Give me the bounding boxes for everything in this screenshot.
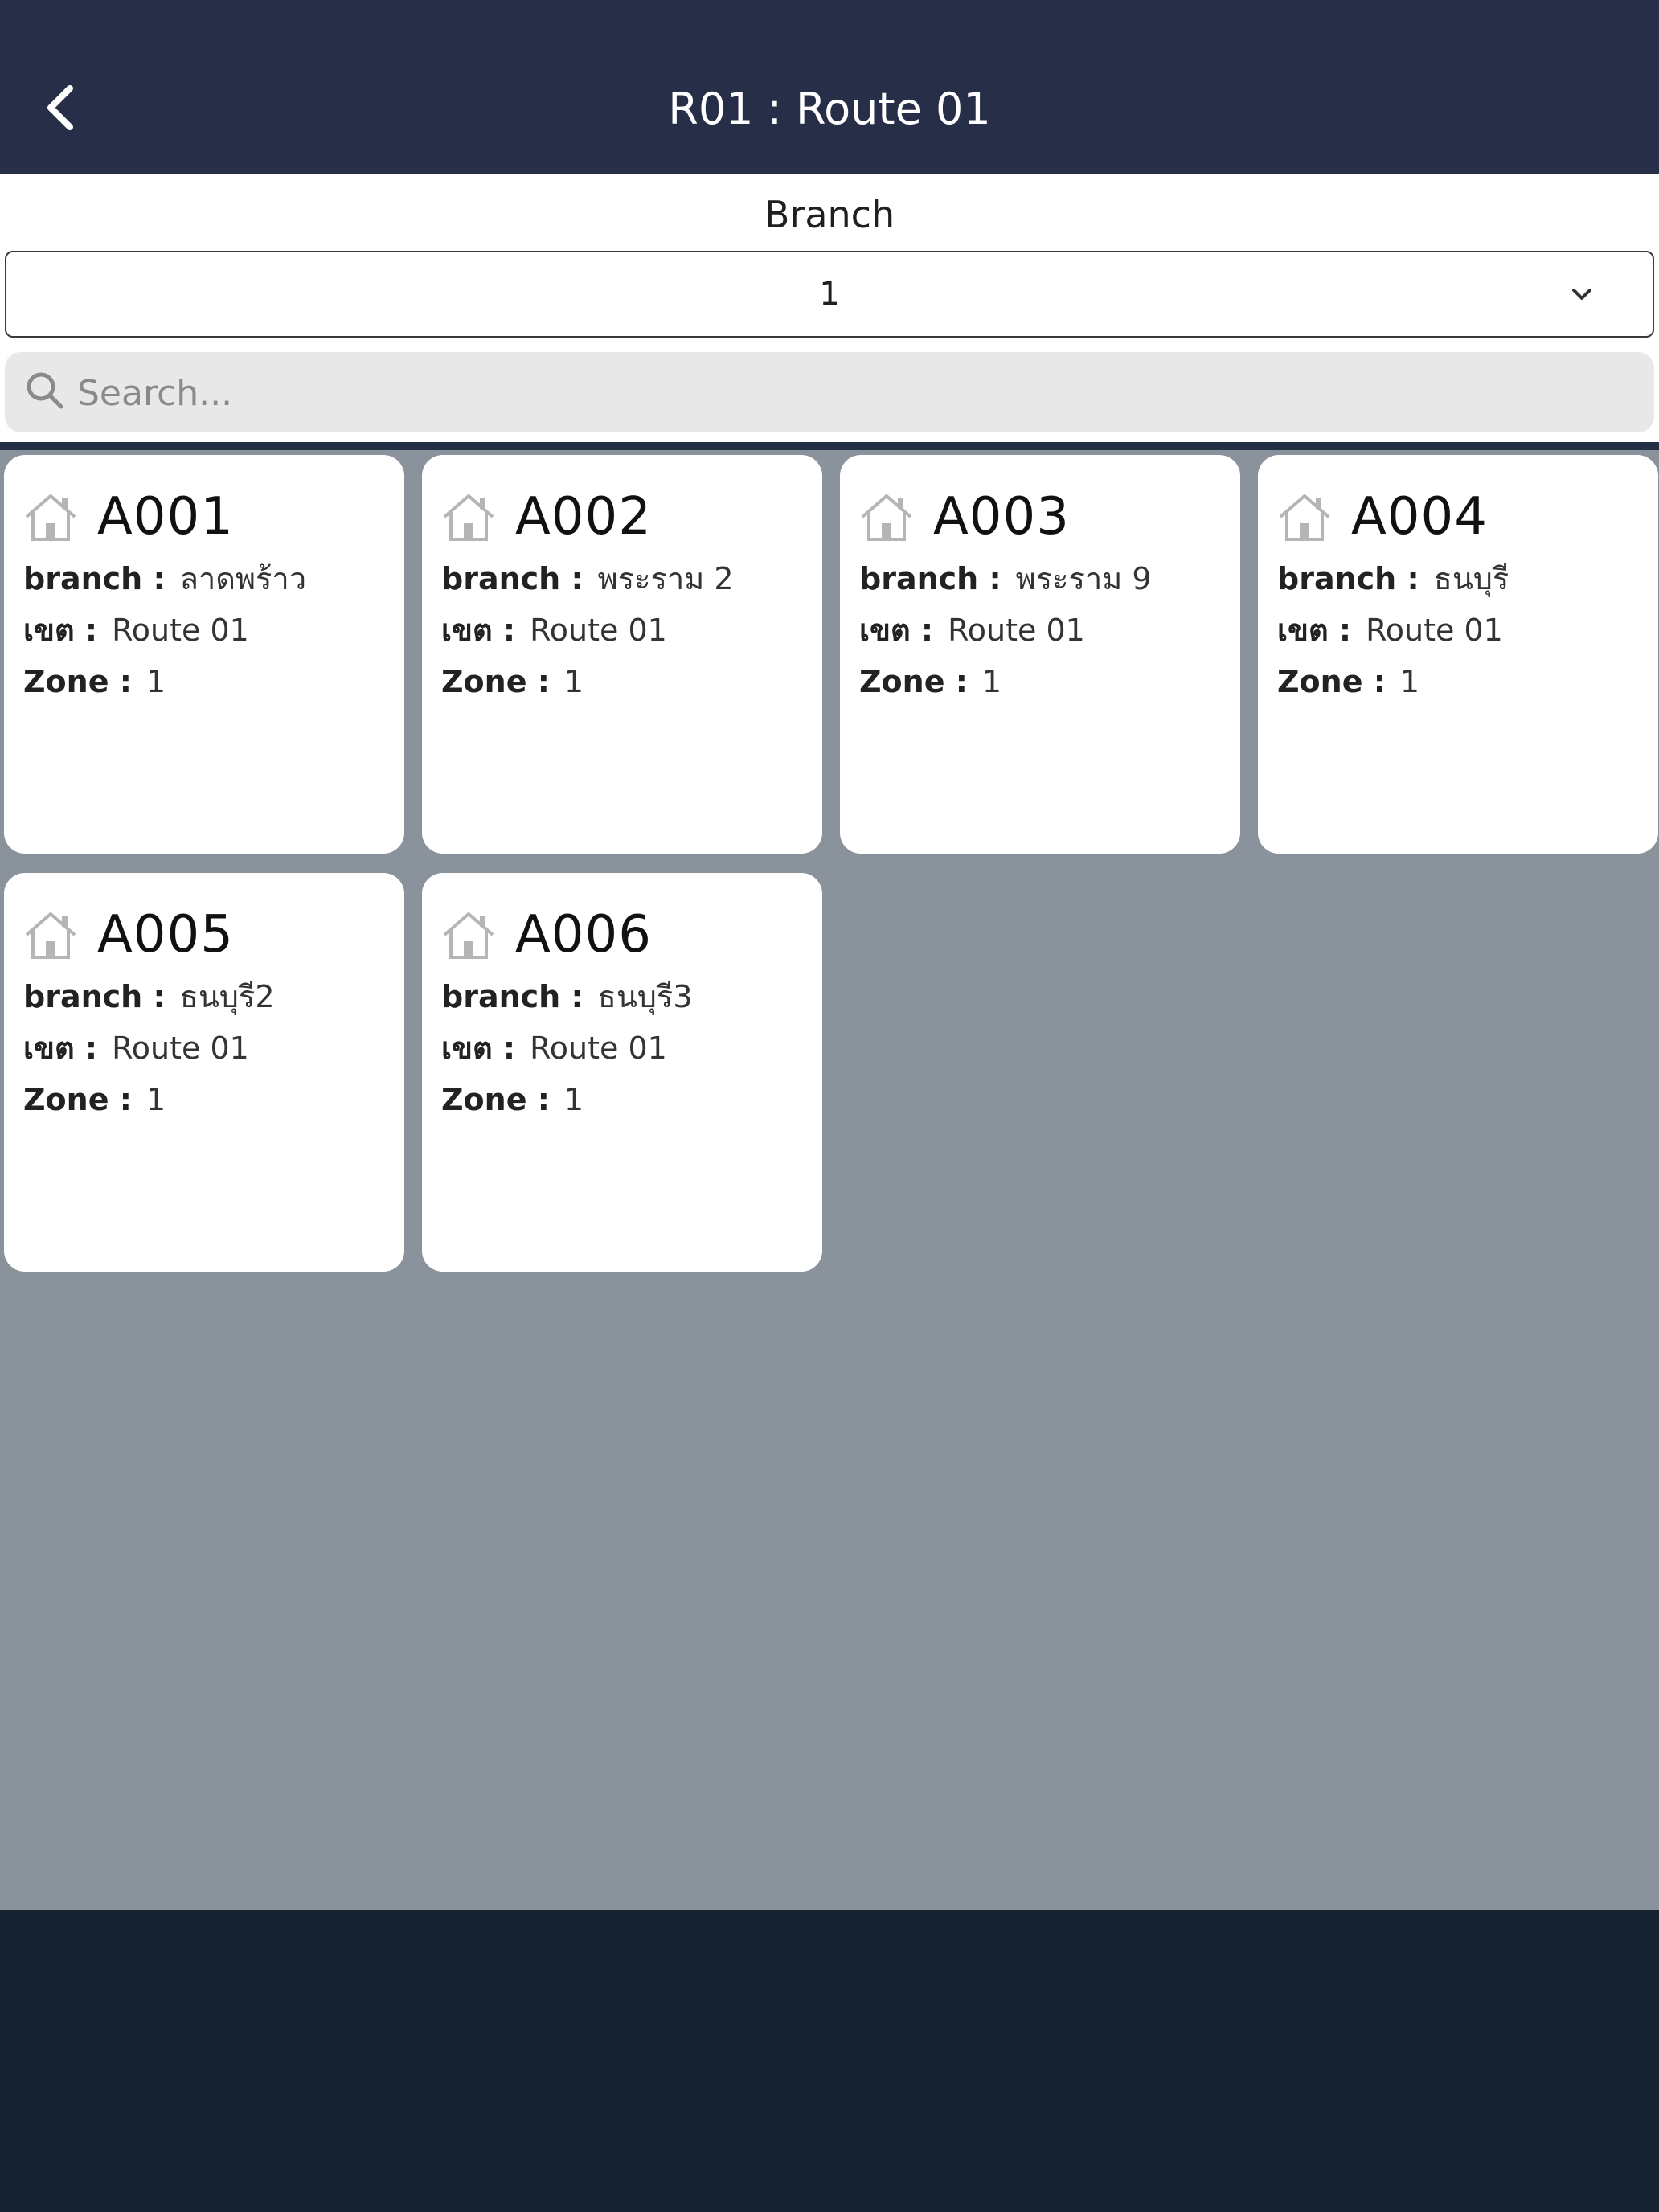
zone-value: 1 [563,664,584,699]
branch-key: branch : [441,561,584,596]
card-zone-row: Zone : 1 [23,1077,385,1122]
card-title-row: A004 [1277,484,1639,550]
search-input[interactable] [76,360,1606,426]
branch-key: branch : [441,979,584,1014]
house-icon [25,912,76,959]
zone-key: Zone : [859,664,968,699]
search-bar[interactable] [5,352,1654,432]
card-title-row: A003 [859,484,1221,550]
location-card-a003[interactable]: A003 branch : พระราม 9 เขต : Route 01 Zone : 1 [840,455,1240,854]
branch-value: ธนบุรี [1433,561,1509,596]
branch-value: ลาดพร้าว [179,561,307,596]
card-code: A006 [515,905,652,965]
zone-key: Zone : [1277,664,1386,699]
card-branch-row: branch : ธนบุรี [1277,556,1639,601]
branch-value: พระราม 2 [597,561,734,596]
filter-panel: Branch 1 [0,174,1659,442]
branch-select-value: 1 [819,276,840,313]
location-card-a004[interactable]: A004 branch : ธนบุรีเขต : Route 01 Zone : 1 [1258,455,1658,854]
card-branch-row: branch : พระราม 2 [441,556,803,601]
branch-key: branch : [859,561,1002,596]
card-area-row: เขต : Route 01 [859,608,1221,653]
card-title-row: A006 [441,902,803,968]
house-icon [443,912,494,959]
zone-value: 1 [145,664,166,699]
area-value: Route 01 [530,1030,667,1066]
card-code: A004 [1351,487,1488,547]
area-value: Route 01 [948,612,1085,648]
house-icon [25,494,76,541]
bottom-bar [0,1910,1659,2212]
card-zone-row: Zone : 1 [1277,659,1639,704]
card-zone-row: Zone : 1 [441,659,803,704]
branch-value: พระราม 9 [1015,561,1152,596]
card-zone-row: Zone : 1 [441,1077,803,1122]
card-area-row: เขต : Route 01 [1277,608,1639,653]
card-branch-row: branch : พระราม 9 [859,556,1221,601]
location-card-a005[interactable]: A005 branch : ธนบุรี2 เขต : Route 01 Zone : 1 [4,873,404,1272]
location-card-a002[interactable]: A002 branch : พระราม 2 เขต : Route 01 Zone : 1 [422,455,822,854]
card-code: A002 [515,487,652,547]
card-area-row: เขต : Route 01 [441,608,803,653]
card-title-row: A002 [441,484,803,550]
card-area-row: เขต : Route 01 [441,1026,803,1071]
area-key: เขต : [441,612,516,648]
area-value: Route 01 [112,612,249,648]
card-zone-row: Zone : 1 [23,659,385,704]
search-icon [27,372,63,409]
area-key: เขต : [1277,612,1352,648]
zone-key: Zone : [441,664,550,699]
card-grid: A001 branch : ลาดพร้าวเขต : Route 01 Zone : 1… [0,442,1659,1910]
house-icon [861,494,912,541]
card-title-row: A005 [23,902,385,968]
house-icon [443,494,494,541]
zone-key: Zone : [23,1082,132,1117]
card-branch-row: branch : ลาดพร้าว [23,556,385,601]
branch-value: ธนบุรี3 [597,979,693,1014]
house-icon [1279,494,1330,541]
zone-value: 1 [1399,664,1420,699]
card-area-row: เขต : Route 01 [23,608,385,653]
branch-key: branch : [23,561,166,596]
card-code: A001 [97,487,234,547]
location-card-a001[interactable]: A001 branch : ลาดพร้าวเขต : Route 01 Zone : 1 [4,455,404,854]
branch-key: branch : [1277,561,1419,596]
top-app-bar: R01 : Route 01 [0,0,1659,174]
zone-value: 1 [981,664,1002,699]
branch-key: branch : [23,979,166,1014]
area-key: เขต : [441,1030,516,1066]
area-key: เขต : [23,612,98,648]
area-key: เขต : [23,1030,98,1066]
page-title: R01 : Route 01 [668,84,991,134]
chevron-down-icon [1572,289,1591,300]
zone-value: 1 [563,1082,584,1117]
card-branch-row: branch : ธนบุรี3 [441,974,803,1019]
card-branch-row: branch : ธนบุรี2 [23,974,385,1019]
card-title-row: A001 [23,484,385,550]
location-card-a006[interactable]: A006 branch : ธนบุรี3 เขต : Route 01 Zone : 1 [422,873,822,1272]
card-zone-row: Zone : 1 [859,659,1221,704]
card-code: A003 [933,487,1070,547]
zone-key: Zone : [441,1082,550,1117]
area-value: Route 01 [112,1030,249,1066]
branch-label: Branch [764,193,895,236]
area-key: เขต : [859,612,934,648]
area-value: Route 01 [1366,612,1503,648]
area-value: Route 01 [530,612,667,648]
card-area-row: เขต : Route 01 [23,1026,385,1071]
branch-select[interactable]: 1 [5,251,1654,338]
zone-key: Zone : [23,664,132,699]
card-code: A005 [97,905,234,965]
zone-value: 1 [145,1082,166,1117]
branch-value: ธนบุรี2 [179,979,275,1014]
